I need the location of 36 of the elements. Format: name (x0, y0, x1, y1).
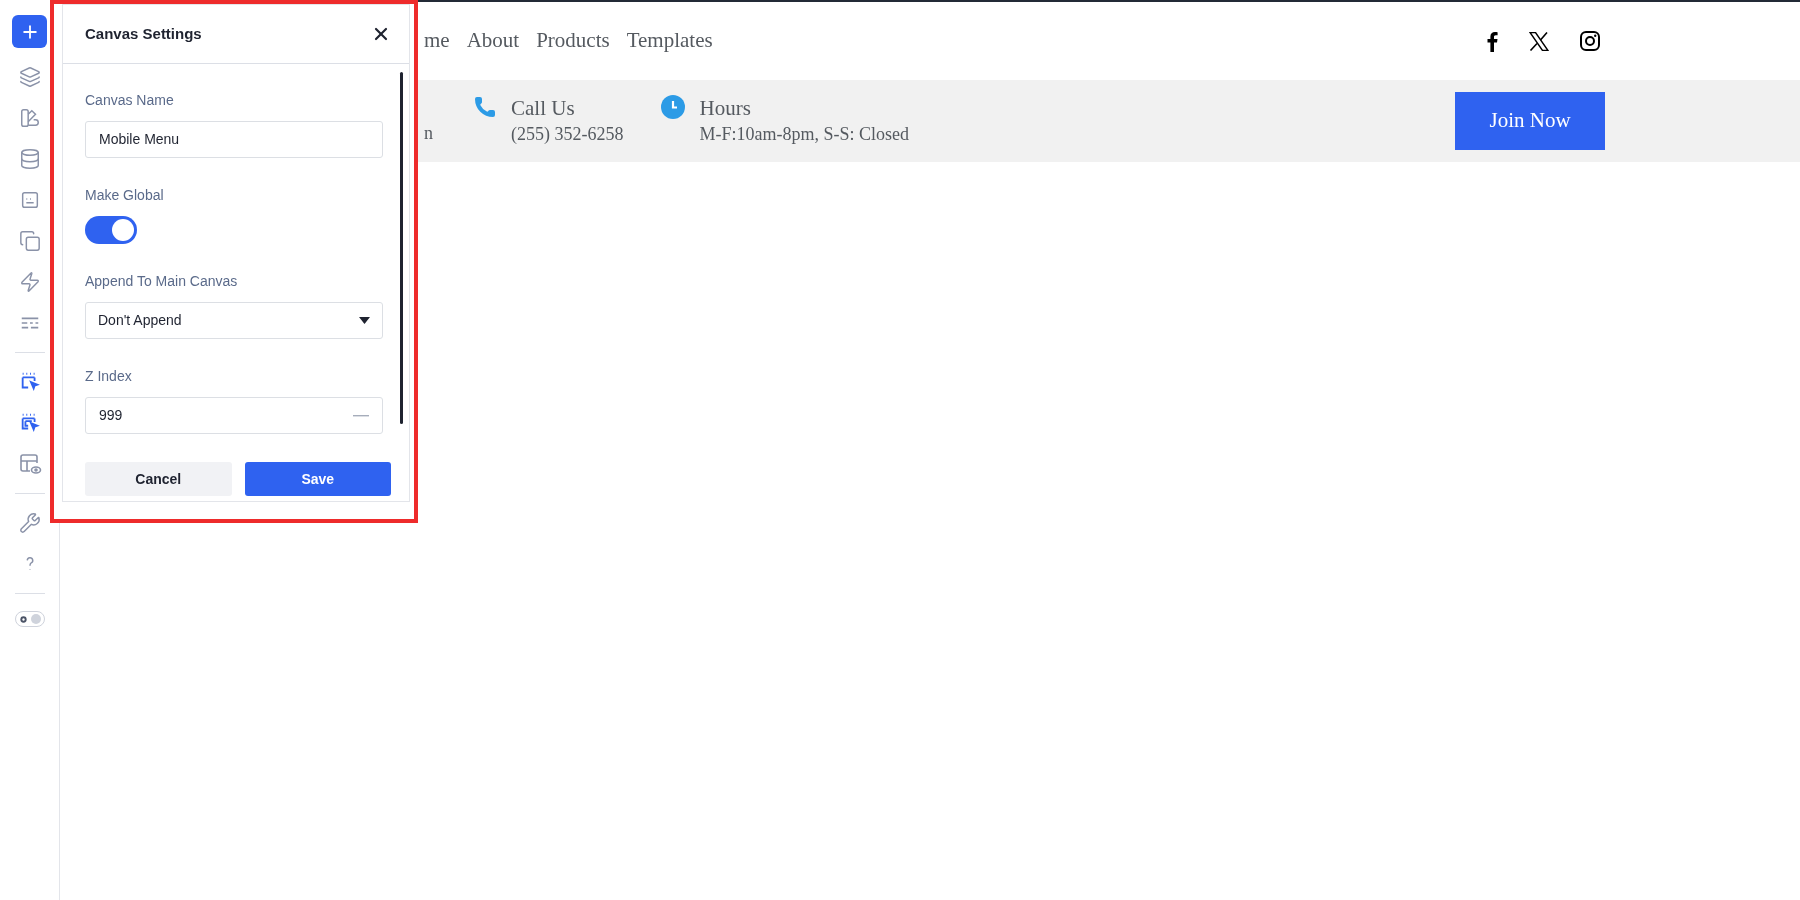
minus-icon (353, 414, 369, 417)
info-detail: n (424, 122, 433, 145)
dialog-title: Canvas Settings (85, 23, 202, 44)
info-detail: (255) 352-6258 (511, 123, 624, 146)
scrollbar[interactable] (400, 72, 403, 424)
join-button[interactable]: Join Now (1455, 92, 1605, 150)
clock-icon (661, 95, 686, 119)
instagram-icon[interactable] (1580, 31, 1600, 51)
copy-icon[interactable] (17, 229, 42, 253)
number-field[interactable]: 999 (85, 397, 383, 434)
nav-link[interactable]: me (424, 25, 450, 57)
info-title: Hours (699, 95, 752, 121)
layout-eye-icon[interactable] (17, 452, 42, 476)
toggle-switch[interactable] (85, 216, 137, 244)
theme-toggle[interactable] (14, 611, 45, 627)
field-label: Append To Main Canvas (85, 272, 239, 291)
cancel-button[interactable]: Cancel (85, 462, 232, 496)
nav-link[interactable]: Templates (626, 25, 713, 57)
field-label: Canvas Name (85, 91, 175, 110)
select-field[interactable]: Don't Append (85, 302, 383, 339)
info-detail: M-F:10am-8pm, S-S: Closed (699, 123, 909, 146)
phone-icon (473, 95, 497, 119)
tools-icon[interactable] (17, 511, 42, 535)
layers-icon[interactable] (17, 65, 42, 89)
caret-icon (359, 317, 370, 324)
add-button[interactable] (12, 15, 47, 48)
nav-link[interactable]: About (466, 25, 520, 57)
gear-icon (18, 614, 28, 624)
field-label: Make Global (85, 186, 165, 205)
x-logo-icon[interactable] (1529, 31, 1549, 51)
field-label: Z Index (85, 367, 133, 386)
nav-link[interactable]: Products (536, 25, 610, 57)
facebook-icon[interactable] (1486, 30, 1498, 52)
info-title: Call Us (511, 95, 576, 121)
text-field[interactable]: Mobile Menu (85, 121, 383, 158)
save-button[interactable]: Save (244, 462, 391, 496)
